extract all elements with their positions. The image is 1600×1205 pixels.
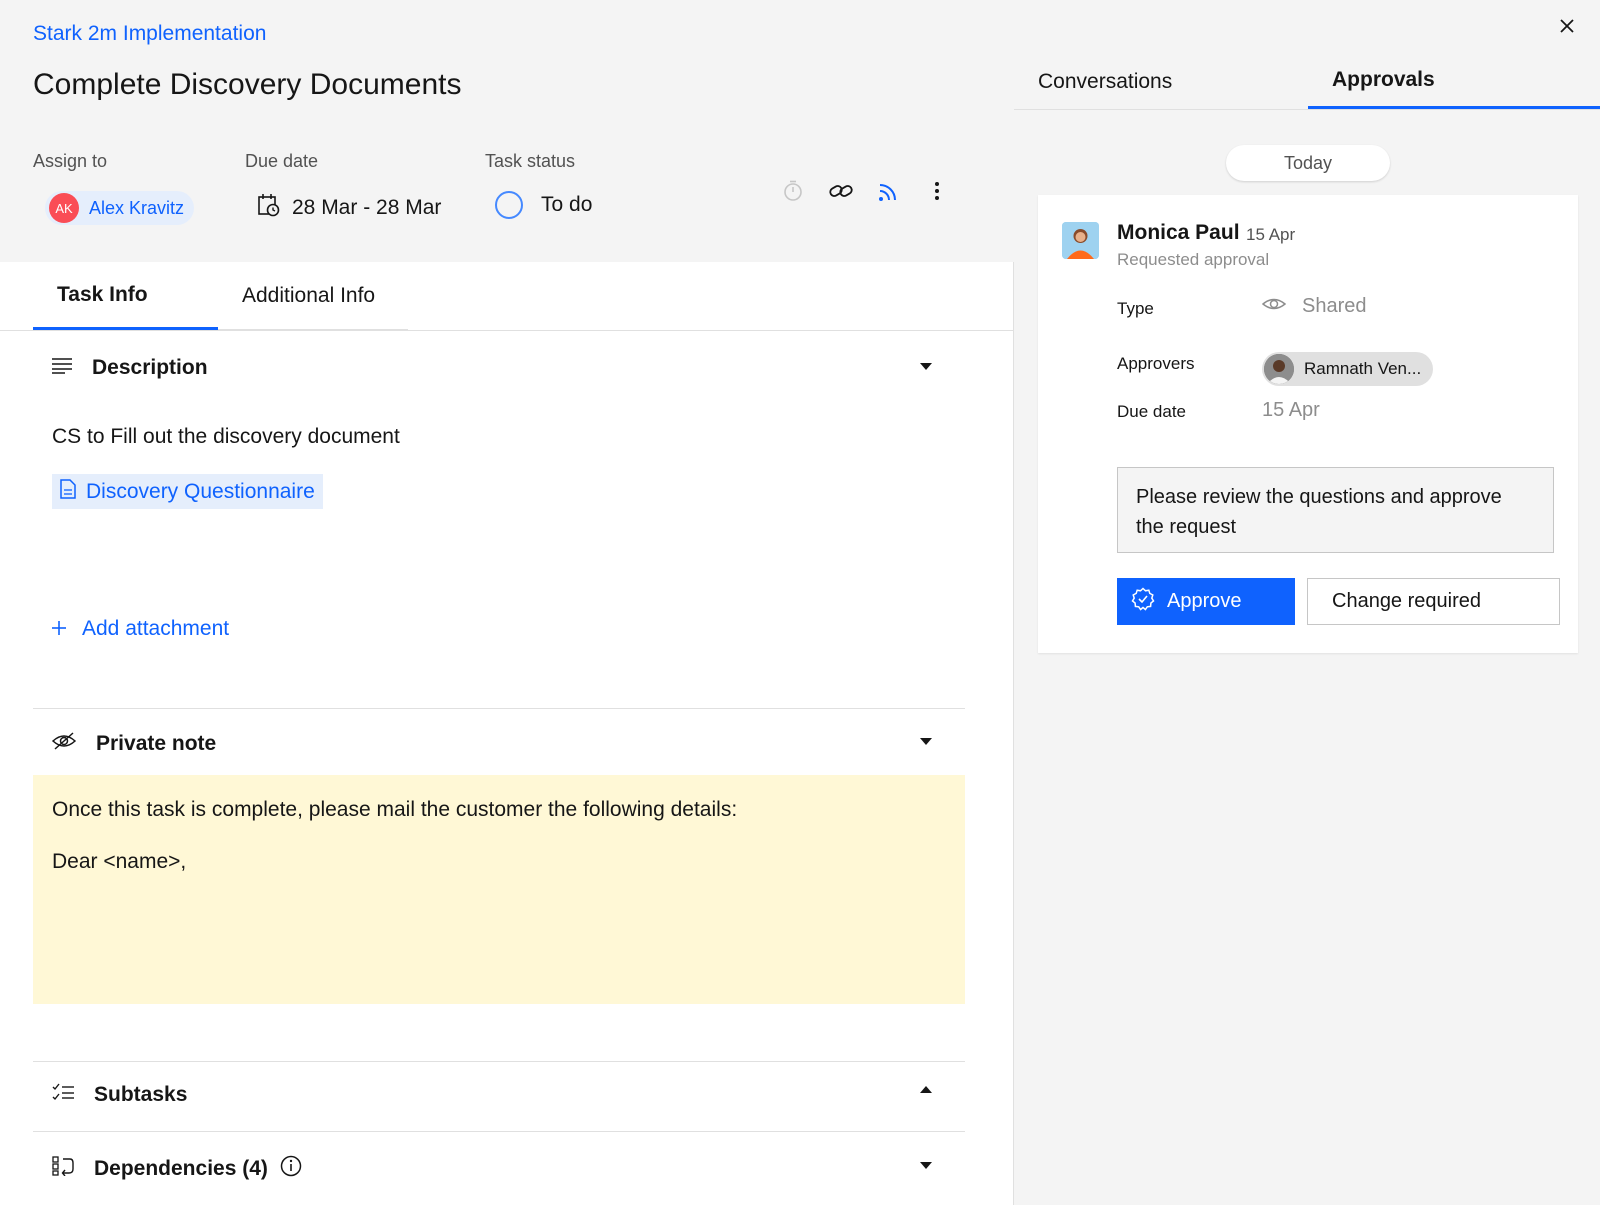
date-separator: Today <box>1226 145 1390 181</box>
private-note-body[interactable]: Once this task is complete, please mail … <box>33 775 965 1004</box>
chevron-down-icon[interactable] <box>920 1162 932 1169</box>
timer-icon[interactable] <box>780 178 806 204</box>
private-note-header[interactable]: Private note <box>51 731 217 757</box>
request-date: 15 Apr <box>1246 225 1296 244</box>
approver-name: Ramnath Ven... <box>1304 359 1422 378</box>
view-off-icon <box>51 731 77 757</box>
document-icon <box>60 478 76 505</box>
chevron-down-icon[interactable] <box>920 363 932 370</box>
description-text: CS to Fill out the discovery document <box>52 425 400 448</box>
private-note-title: Private note <box>96 732 217 755</box>
calendar-icon <box>258 193 280 223</box>
assign-label: Assign to <box>33 151 108 171</box>
avatar: AK <box>49 193 79 223</box>
section-divider <box>33 708 965 709</box>
breadcrumb[interactable]: Stark 2m Implementation <box>33 22 266 46</box>
view-icon <box>1261 295 1287 318</box>
assignee-chip[interactable]: AK Alex Kravitz <box>45 191 195 225</box>
dependencies-label: Dependencies <box>94 1157 237 1180</box>
section-divider <box>33 1061 965 1062</box>
task-header: Stark 2m Implementation Complete Discove… <box>0 0 1014 262</box>
subtasks-title: Subtasks <box>94 1083 188 1106</box>
due-date-label: Due date <box>245 151 319 171</box>
approval-comment: Please review the questions and approve … <box>1117 467 1554 553</box>
description-title: Description <box>92 356 208 379</box>
task-status-value: To do <box>541 193 593 216</box>
dependencies-count: (4) <box>242 1157 268 1180</box>
task-toolbar <box>780 178 950 204</box>
approver-chip[interactable]: Ramnath Ven... <box>1262 352 1434 386</box>
approve-label: Approve <box>1167 590 1242 612</box>
change-required-button[interactable]: Change required <box>1307 578 1560 625</box>
chevron-down-icon[interactable] <box>920 738 932 745</box>
due-date-label: Due date <box>1117 402 1186 421</box>
due-date-value: 15 Apr <box>1262 399 1320 421</box>
tab-approvals[interactable]: Approvals <box>1308 54 1600 109</box>
approval-card: Monica Paul 15 Apr Requested approval Ty… <box>1038 195 1578 653</box>
tab-divider <box>0 330 1014 331</box>
badge-check-icon <box>1131 586 1155 617</box>
attachment-link[interactable]: Discovery Questionnaire <box>52 474 323 509</box>
information-icon[interactable] <box>280 1155 302 1183</box>
note-line: Once this task is complete, please mail … <box>52 798 738 821</box>
link-icon[interactable] <box>828 178 854 204</box>
type-label: Type <box>1117 299 1154 318</box>
avatar <box>1264 354 1294 384</box>
type-text: Shared <box>1302 295 1367 317</box>
task-detail-pane: Stark 2m Implementation Complete Discove… <box>0 0 1014 1205</box>
status-circle-icon <box>495 191 523 219</box>
section-divider <box>33 1131 965 1132</box>
attachment-name: Discovery Questionnaire <box>86 479 315 503</box>
add-attachment-button[interactable]: Add attachment <box>52 617 229 641</box>
dependencies-header[interactable]: Dependencies (4) <box>52 1155 302 1183</box>
task-status-field[interactable]: To do <box>495 191 592 219</box>
checklist-icon <box>52 1083 74 1107</box>
approve-button[interactable]: Approve <box>1117 578 1295 625</box>
subtasks-header[interactable]: Subtasks <box>52 1083 187 1107</box>
tab-conversations[interactable]: Conversations <box>1014 54 1308 109</box>
close-icon[interactable] <box>1555 14 1579 38</box>
feed-icon[interactable] <box>876 178 902 204</box>
task-tabs: Task Info Additional Info <box>33 262 408 330</box>
description-header[interactable]: Description <box>52 356 208 380</box>
dependencies-title: Dependencies (4) <box>94 1157 268 1181</box>
assignee-name: Alex Kravitz <box>89 197 185 218</box>
overflow-menu-icon[interactable] <box>924 178 950 204</box>
add-attachment-label: Add attachment <box>82 617 230 640</box>
approvers-label: Approvers <box>1117 354 1195 373</box>
text-align-icon <box>52 356 72 380</box>
type-value: Shared <box>1261 295 1367 318</box>
tab-additional-info[interactable]: Additional Info <box>218 262 408 330</box>
chevron-up-icon[interactable] <box>920 1086 932 1093</box>
request-action: Requested approval <box>1117 250 1270 269</box>
plus-icon <box>52 617 66 641</box>
due-date-field[interactable]: 28 Mar - 28 Mar <box>258 193 441 223</box>
due-date-value: 28 Mar - 28 Mar <box>292 196 442 219</box>
avatar <box>1062 222 1099 259</box>
note-line: Dear <name>, <box>52 850 187 874</box>
page-title: Complete Discovery Documents <box>33 68 462 101</box>
task-status-label: Task status <box>485 151 576 171</box>
tab-task-info[interactable]: Task Info <box>33 262 218 330</box>
panel-tabs: Conversations Approvals <box>1014 54 1600 110</box>
dependency-icon <box>52 1156 74 1182</box>
requester-name: Monica Paul <box>1117 221 1240 244</box>
